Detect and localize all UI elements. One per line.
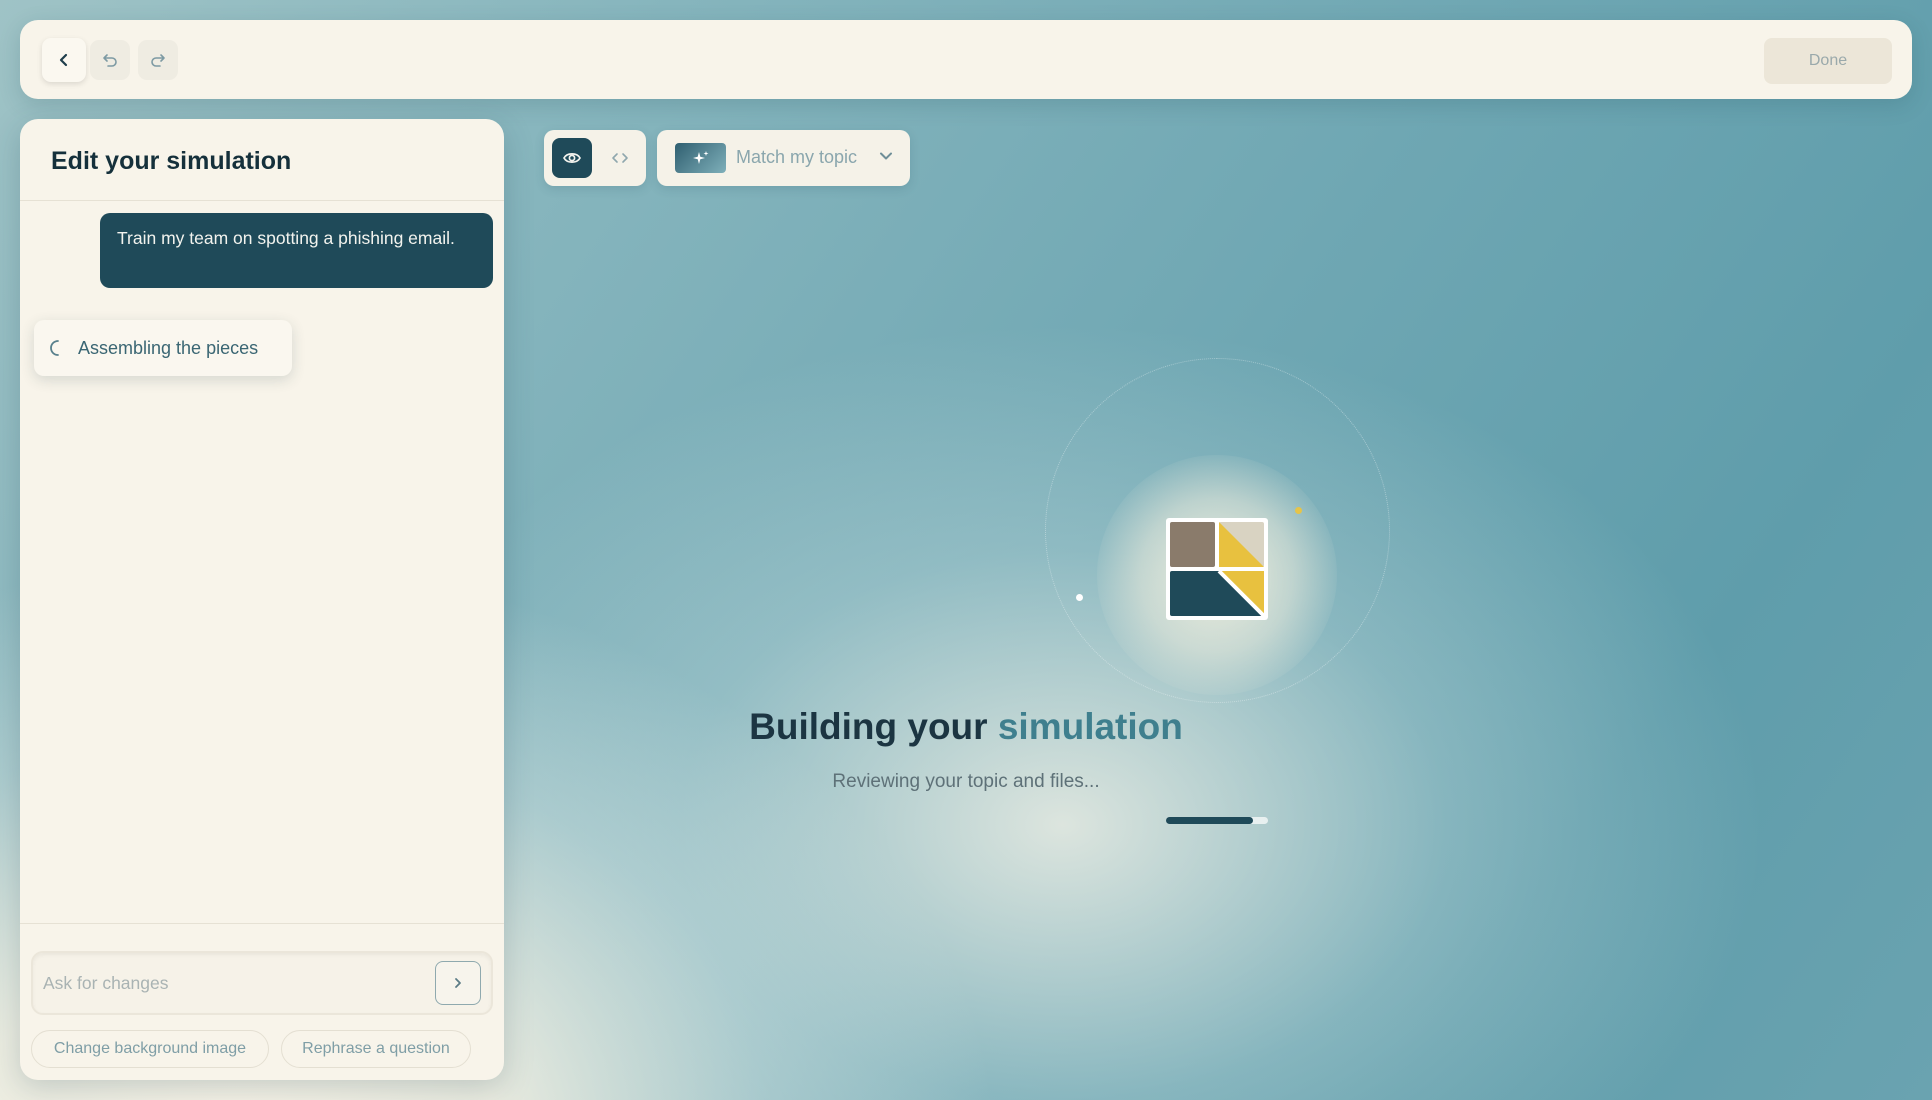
redo-icon [151,54,165,67]
panel-title: Edit your simulation [51,147,292,175]
ask-for-changes-input[interactable] [43,963,423,1003]
done-button[interactable]: Done [1764,38,1892,84]
undo-icon [103,54,117,67]
preview-mode-button[interactable] [552,138,592,178]
status-text: Assembling the pieces [78,337,259,358]
view-mode-toggle [544,130,646,186]
chevron-left-icon [59,53,68,67]
building-title: Building your simulation [0,706,1932,748]
send-button[interactable] [435,961,481,1005]
divider [20,923,504,924]
code-icon [612,153,628,163]
simulation-logo [1166,518,1268,620]
theme-dropdown[interactable]: Match my topic [657,130,910,186]
code-mode-button[interactable] [600,138,640,178]
back-button[interactable] [42,38,86,82]
chevron-down-icon [878,148,894,169]
edit-panel: Edit your simulation Train my team on sp… [20,119,504,1080]
theme-thumbnail [675,143,726,173]
top-bar: Done [20,20,1912,99]
progress-fill [1166,817,1253,824]
eye-icon [563,153,581,163]
building-title-main: Building your [749,706,988,747]
undo-button[interactable] [90,40,130,80]
divider [20,200,504,201]
user-message: Train my team on spotting a phishing ema… [100,213,493,288]
progress-bar [1166,817,1268,824]
suggestion-chip[interactable]: Rephrase a question [281,1030,471,1068]
orbit-dot [1295,507,1302,514]
theme-label: Match my topic [736,147,858,167]
building-subtitle: Reviewing your topic and files... [832,771,1100,792]
suggestion-chip[interactable]: Change background image [31,1030,269,1068]
building-title-accent: simulation [997,706,1183,747]
chevron-right-icon [455,978,461,988]
redo-button[interactable] [138,40,178,80]
chat-input-box [31,951,493,1015]
spinner-icon [48,338,68,358]
status-chip: Assembling the pieces [34,320,292,376]
sparkle-icon [692,151,708,164]
orbit-dot [1076,594,1083,601]
